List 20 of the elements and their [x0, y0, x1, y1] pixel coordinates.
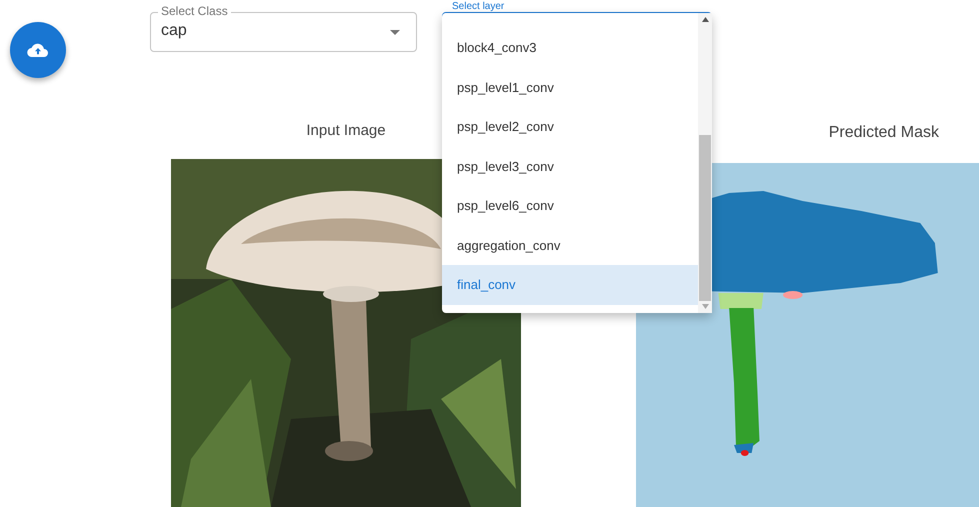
menu-item[interactable]: psp_level3_conv [442, 146, 698, 186]
menu-item[interactable]: psp_level6_conv [442, 186, 698, 226]
scroll-down-icon [702, 304, 708, 309]
scrollbar-thumb[interactable] [699, 135, 711, 301]
menu-item[interactable]: block4_conv3 [442, 28, 698, 68]
panel-title: Predicted Mask [828, 123, 939, 143]
caret-icon [390, 30, 400, 35]
menu-item[interactable]: psp_level2_conv [442, 107, 698, 146]
scroll-up-icon [702, 17, 708, 22]
field-label: Select Class [158, 4, 231, 18]
class-select[interactable]: Select Class cap [150, 4, 417, 52]
cloud-upload-icon [27, 42, 49, 58]
upload-button[interactable] [10, 22, 66, 78]
scrollbar[interactable] [698, 13, 712, 313]
field-value: cap [161, 22, 187, 40]
panel-title: Input Image [306, 121, 386, 141]
menu-item[interactable]: psp_level1_conv [442, 68, 698, 107]
menu-item[interactable]: final_conv [442, 265, 698, 304]
menu-item[interactable]: aggregation_conv [442, 226, 698, 265]
field-label: Select layer [452, 1, 504, 12]
